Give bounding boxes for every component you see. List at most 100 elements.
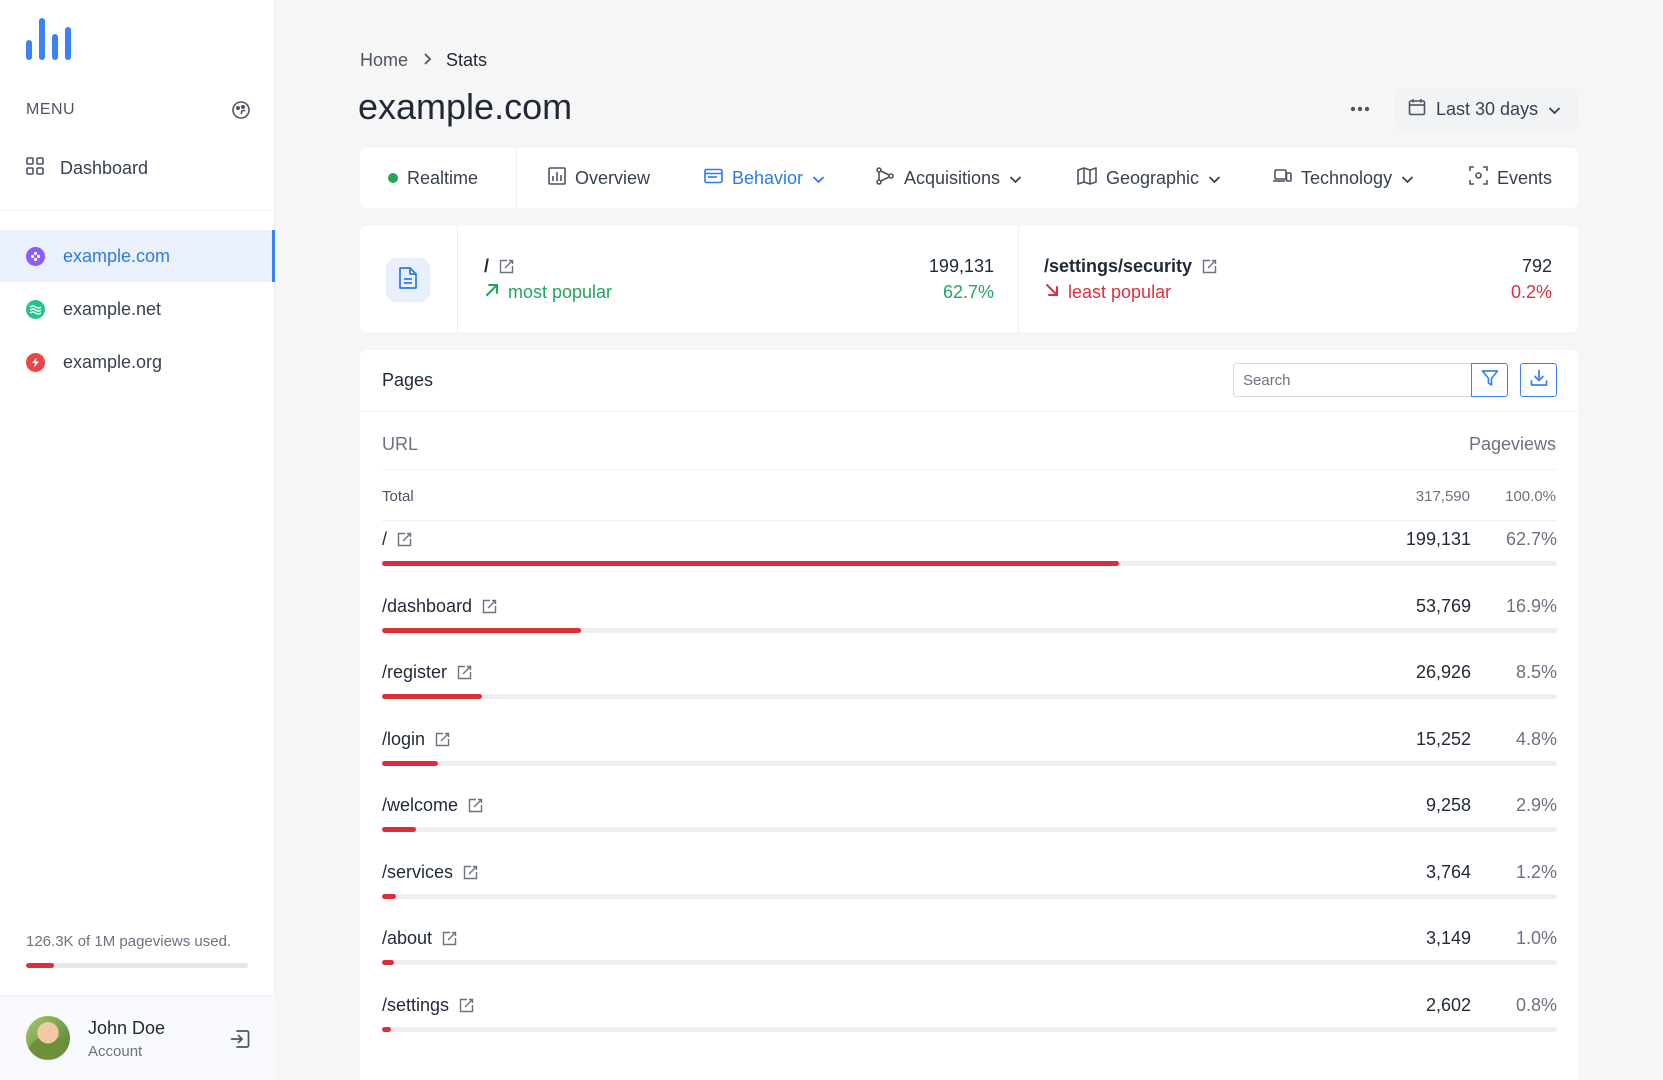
row-percent: 2.9% — [1515, 795, 1557, 815]
row-progress-fill — [382, 893, 397, 899]
site-favicon-icon — [26, 299, 45, 319]
tab-acquisitions[interactable]: Acquisitions — [875, 148, 1022, 208]
table-row[interactable]: /services 3,764 1.2% — [382, 862, 1557, 929]
most-popular-count: 199,131 — [928, 256, 994, 276]
grid-icon — [26, 156, 44, 180]
row-url-text: /welcome — [382, 795, 459, 815]
browser-window-icon — [704, 168, 723, 189]
row-progress-fill — [382, 694, 482, 699]
row-url[interactable]: /services — [382, 862, 478, 883]
row-url[interactable]: /login — [382, 729, 450, 750]
table-row[interactable]: /dashboard 53,769 16.9% — [382, 596, 1557, 663]
tab-technology[interactable]: Technology — [1272, 148, 1414, 208]
search-input[interactable] — [1233, 363, 1472, 397]
page-title: example.com — [358, 86, 573, 127]
pages-card-header: Pages — [360, 350, 1578, 412]
account-panel[interactable]: John Doe Account — [0, 995, 275, 1080]
row-progress-track — [382, 1026, 1557, 1032]
logo-icon[interactable] — [26, 18, 72, 62]
table-row[interactable]: / 199,131 62.7% — [382, 529, 1557, 596]
row-pageviews: 26,926 — [1415, 662, 1471, 682]
row-progress-fill — [382, 960, 394, 965]
external-link-icon[interactable] — [1202, 259, 1217, 274]
external-link-icon[interactable] — [435, 732, 450, 747]
document-icon — [398, 266, 418, 295]
chevron-down-icon — [1009, 168, 1022, 189]
chevron-down-icon — [1548, 99, 1561, 120]
external-link-icon[interactable] — [442, 931, 457, 946]
external-link-icon[interactable] — [499, 259, 514, 274]
total-label: Total — [382, 488, 414, 505]
tab-realtime[interactable]: Realtime — [388, 148, 478, 208]
row-url[interactable]: / — [382, 529, 412, 550]
sidebar-item-example-com[interactable]: example.com — [0, 230, 275, 282]
divider — [1018, 226, 1019, 332]
tab-overview[interactable]: Overview — [548, 148, 650, 208]
download-icon — [1530, 369, 1548, 392]
row-progress-track — [382, 694, 1557, 699]
external-link-icon[interactable] — [463, 865, 478, 880]
download-button[interactable] — [1520, 363, 1557, 397]
avatar[interactable] — [26, 1016, 70, 1060]
most-popular-path[interactable]: / — [484, 256, 514, 277]
row-pageviews: 9,258 — [1425, 795, 1471, 815]
highlight-icon-box — [386, 258, 430, 302]
column-header-url[interactable]: URL — [382, 434, 418, 455]
logout-icon[interactable] — [229, 1028, 251, 1050]
tab-geographic[interactable]: Geographic — [1077, 148, 1221, 208]
breadcrumb-current: Stats — [446, 50, 488, 70]
row-url[interactable]: /dashboard — [382, 596, 497, 617]
sidebar-item-dashboard[interactable]: Dashboard — [26, 155, 148, 181]
row-url-text: /login — [382, 728, 426, 749]
account-name: John Doe — [88, 1018, 166, 1038]
date-range-dropdown[interactable]: Last 30 days — [1394, 88, 1578, 130]
divider — [0, 210, 274, 211]
tab-label: Realtime — [407, 167, 479, 188]
table-row[interactable]: /login 15,252 4.8% — [382, 729, 1557, 796]
row-progress-track — [382, 627, 1557, 633]
sidebar-item-example-net[interactable]: example.net — [0, 283, 275, 335]
breadcrumb-home[interactable]: Home — [360, 50, 408, 71]
row-progress-track — [382, 893, 1557, 899]
menu-label: MENU — [26, 101, 76, 118]
sidebar-item-example-org[interactable]: example.org — [0, 336, 275, 388]
row-url[interactable]: /welcome — [382, 795, 483, 816]
table-row[interactable]: /settings 2,602 0.8% — [382, 995, 1557, 1062]
palette-icon[interactable] — [231, 100, 251, 120]
row-url[interactable]: /register — [382, 662, 472, 683]
chevron-down-icon — [1401, 168, 1414, 189]
row-progress-fill — [382, 827, 417, 832]
external-link-icon[interactable] — [457, 665, 472, 680]
tab-label: Technology — [1301, 167, 1393, 188]
table-row[interactable]: /about 3,149 1.0% — [382, 928, 1557, 995]
external-link-icon[interactable] — [482, 599, 497, 614]
table-row[interactable]: /welcome 9,258 2.9% — [382, 795, 1557, 862]
tab-behavior[interactable]: Behavior — [704, 148, 825, 208]
most-popular-path-text: / — [484, 256, 490, 276]
external-link-icon[interactable] — [459, 998, 474, 1013]
tab-label: Overview — [575, 167, 651, 188]
row-pageviews: 53,769 — [1415, 595, 1471, 616]
row-url[interactable]: /settings — [382, 995, 474, 1016]
usage-text: 126.3K of 1M pageviews used. — [26, 933, 232, 950]
row-progress-fill — [382, 760, 439, 766]
row-url-text: /about — [382, 928, 433, 948]
total-percent: 100.0% — [1505, 488, 1556, 505]
row-url[interactable]: /about — [382, 928, 457, 949]
filter-button[interactable] — [1471, 363, 1508, 397]
tab-events[interactable]: Events — [1469, 148, 1552, 208]
most-popular-percent: 62.7% — [942, 282, 994, 302]
calendar-icon — [1408, 98, 1426, 121]
site-favicon-icon — [26, 352, 45, 372]
more-options-button[interactable] — [1344, 95, 1376, 121]
column-header-pageviews[interactable]: Pageviews — [1469, 434, 1556, 455]
row-progress-track — [382, 561, 1557, 566]
tab-label: Events — [1497, 167, 1553, 188]
sidebar-item-label: Dashboard — [60, 157, 149, 178]
external-link-icon[interactable] — [468, 798, 483, 813]
bar-chart-icon — [548, 166, 566, 190]
least-popular-path[interactable]: /settings/security — [1044, 256, 1217, 277]
row-progress-fill — [382, 561, 1119, 566]
table-row[interactable]: /register 26,926 8.5% — [382, 662, 1557, 729]
external-link-icon[interactable] — [397, 532, 412, 547]
